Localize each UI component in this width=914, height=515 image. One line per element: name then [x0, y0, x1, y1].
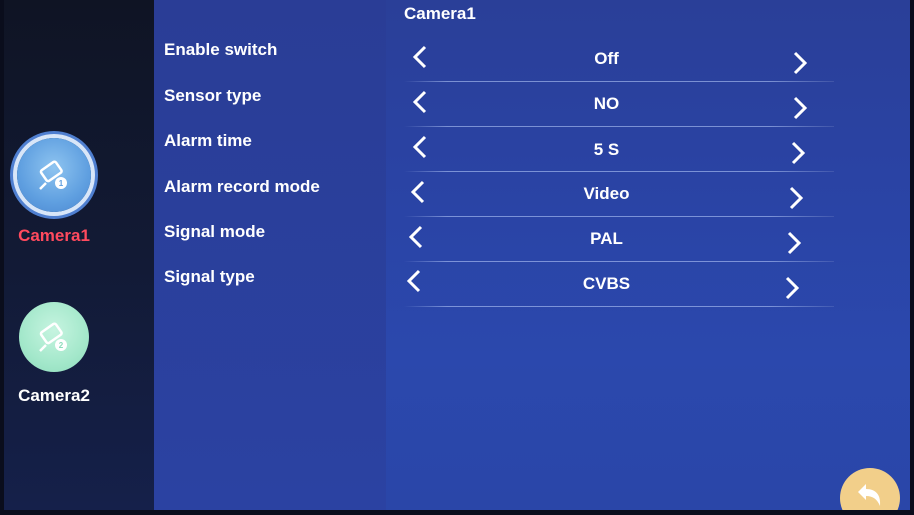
- camera-icon: 2: [39, 322, 67, 352]
- row-divider: [404, 126, 834, 127]
- alarm-record-mode-value: Video: [583, 184, 630, 203]
- back-button[interactable]: [840, 468, 900, 510]
- enable-switch-label: Enable switch: [164, 40, 278, 59]
- alarm-record-mode-label: Alarm record mode: [164, 177, 320, 196]
- chevron-left-icon[interactable]: [403, 222, 431, 252]
- chevron-left-icon[interactable]: [405, 177, 433, 207]
- signal-mode-label: Signal mode: [164, 222, 266, 241]
- camera2-avatar: 2: [19, 302, 89, 372]
- chevron-right-icon[interactable]: [783, 138, 811, 168]
- sidebar-item-label: Camera2: [18, 386, 90, 405]
- row-divider: [404, 306, 834, 307]
- chevron-left-icon[interactable]: [407, 42, 435, 72]
- chevron-right-icon[interactable]: [785, 48, 813, 78]
- back-arrow-icon: [858, 484, 881, 506]
- alarm-time-label: Alarm time: [164, 131, 252, 150]
- chevron-right-icon[interactable]: [779, 228, 807, 258]
- sidebar-item-camera1[interactable]: 1 Camera1: [4, 138, 104, 246]
- signal-type-label: Signal type: [164, 267, 255, 286]
- label-column: [154, 0, 386, 510]
- chevron-left-icon[interactable]: [407, 132, 435, 162]
- settings-screen: 1 Camera1 2 Camera2 Camera1 Enable switc…: [4, 0, 910, 510]
- sidebar-item-camera2[interactable]: 2 Camera2: [4, 302, 104, 406]
- camera-icon: 1: [39, 160, 67, 190]
- enable-switch-value: Off: [594, 49, 619, 68]
- alarm-time-value: 5 S: [593, 140, 620, 159]
- chevron-left-icon[interactable]: [401, 266, 429, 296]
- row-divider: [404, 261, 834, 262]
- chevron-right-icon[interactable]: [785, 93, 813, 123]
- svg-text:1: 1: [59, 179, 64, 188]
- row-divider: [404, 171, 834, 172]
- sensor-type-label: Sensor type: [164, 86, 262, 105]
- signal-type-value: CVBS: [582, 274, 631, 293]
- svg-text:2: 2: [59, 341, 64, 350]
- sensor-type-value: NO: [593, 94, 620, 113]
- row-divider: [404, 216, 834, 217]
- chevron-right-icon[interactable]: [777, 273, 805, 303]
- sidebar: [4, 0, 154, 510]
- chevron-right-icon[interactable]: [781, 183, 809, 213]
- signal-mode-value: PAL: [590, 229, 623, 248]
- camera1-avatar: 1: [17, 138, 91, 212]
- sidebar-item-label: Camera1: [18, 226, 90, 245]
- page-title: Camera1: [404, 4, 476, 23]
- chevron-left-icon[interactable]: [407, 87, 435, 117]
- row-divider: [404, 81, 834, 82]
